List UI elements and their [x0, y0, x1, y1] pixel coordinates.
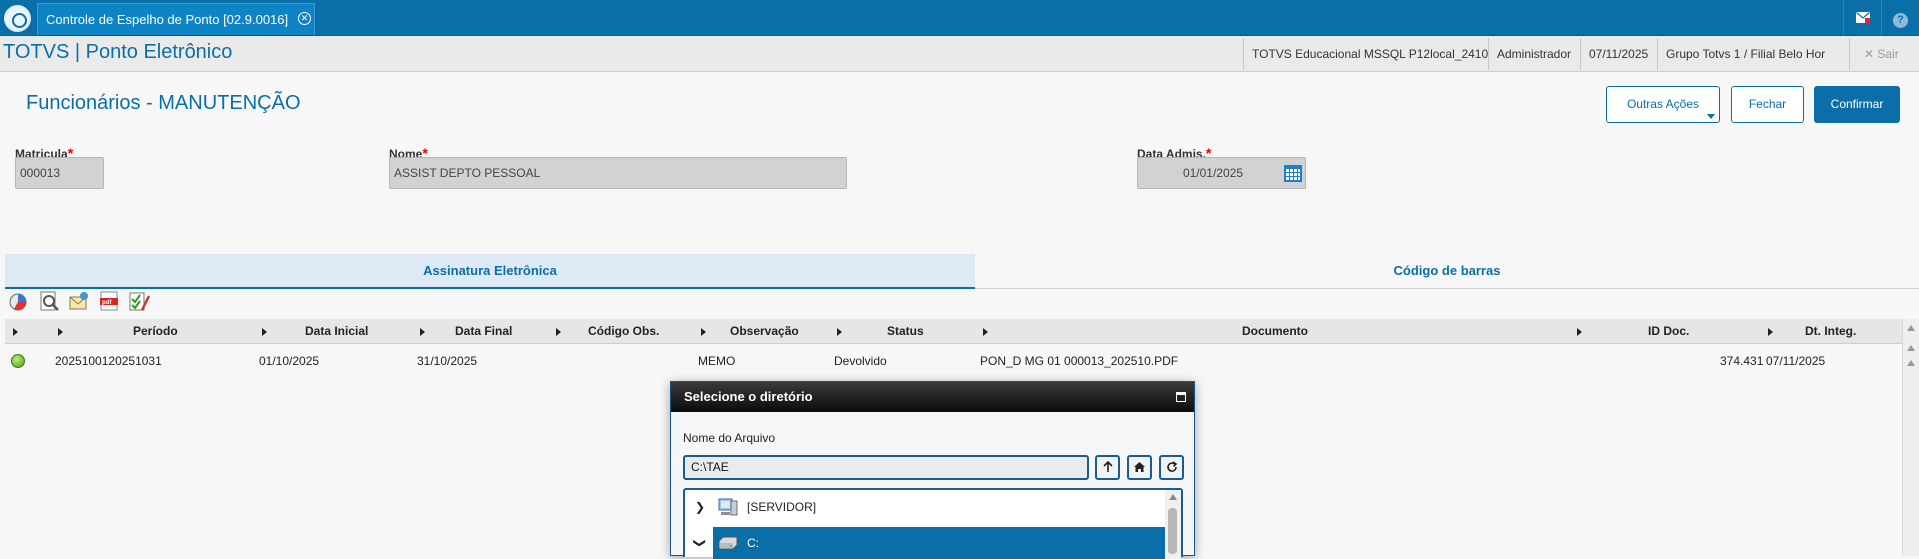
tab-espelho-ponto[interactable]: Controle de Espelho de Ponto [02.9.0016] — [37, 3, 315, 35]
drive-icon — [718, 536, 738, 550]
col-data-inicial[interactable]: Data Inicial — [305, 319, 368, 344]
col-data-final[interactable]: Data Final — [455, 319, 512, 344]
column-menu-icon[interactable] — [701, 328, 706, 336]
cell-data-inicial[interactable]: 01/10/2025 — [259, 354, 319, 368]
cell-data-final[interactable]: 31/10/2025 — [417, 354, 477, 368]
col-observacao[interactable]: Observação — [730, 319, 799, 344]
cell-id-doc[interactable]: 374.431 — [1720, 354, 1763, 368]
pdf-icon[interactable]: pdf — [98, 290, 120, 312]
totvs-logo-icon[interactable] — [4, 5, 31, 32]
chevron-down-icon[interactable]: ❯ — [685, 538, 715, 548]
maximize-icon[interactable] — [1176, 392, 1186, 402]
tree-item-label: C: — [747, 536, 759, 550]
column-menu-icon[interactable] — [1768, 328, 1773, 336]
col-periodo[interactable]: Período — [133, 319, 178, 344]
top-bar: Controle de Espelho de Ponto [02.9.0016]… — [0, 0, 1919, 36]
server-icon — [718, 498, 738, 516]
column-menu-icon[interactable] — [837, 328, 842, 336]
svg-text:pdf: pdf — [102, 300, 112, 306]
branch-info: Grupo Totvs 1 / Filial Belo Hor — [1657, 38, 1833, 70]
tree-item-c-drive[interactable]: ❯ C: — [685, 528, 1159, 558]
app-header: TOTVS | Ponto Eletrônico TOTVS Educacion… — [0, 36, 1919, 72]
environment-info: TOTVS Educacional MSSQL P12local_2410 — [1243, 38, 1496, 70]
chevron-down-icon — [1707, 114, 1715, 119]
nome-field[interactable]: ASSIST DEPTO PESSOAL — [389, 157, 847, 189]
page-title: Funcionários - MANUTENÇÃO — [26, 92, 301, 114]
data-admis-value: 01/01/2025 — [1182, 166, 1243, 180]
arrow-up-icon[interactable] — [1095, 455, 1120, 480]
col-id-doc[interactable]: ID Doc. — [1648, 319, 1689, 344]
scroll-up-icon[interactable] — [1169, 494, 1177, 500]
col-status[interactable]: Status — [887, 319, 924, 344]
cell-periodo[interactable]: 2025100120251031 — [55, 354, 162, 368]
tab-codigo-de-barras[interactable]: Código de barras — [975, 254, 1919, 289]
other-actions-button[interactable]: Outras Ações — [1606, 86, 1720, 123]
app-title: TOTVS | Ponto Eletrônico — [3, 41, 233, 63]
approve-icon[interactable] — [128, 290, 150, 312]
scroll-thumb[interactable] — [1168, 508, 1177, 554]
tab-assinatura-eletronica[interactable]: Assinatura Eletrônica — [5, 254, 975, 289]
date-info: 07/11/2025 — [1580, 38, 1656, 70]
data-admis-field[interactable]: 01/01/2025 — [1137, 157, 1306, 189]
scroll-up-icon[interactable] — [1907, 360, 1915, 366]
help-glyph: ? — [1893, 13, 1908, 28]
tab-bar: Assinatura Eletrônica Código de barras — [5, 254, 1919, 289]
column-menu-icon[interactable] — [420, 328, 425, 336]
status-legend-icon — [11, 354, 25, 368]
refresh-icon[interactable] — [1159, 455, 1184, 480]
tree-item-label: [SERVIDOR] — [747, 500, 817, 514]
cell-status[interactable]: Devolvido — [834, 354, 887, 368]
column-menu-icon[interactable] — [983, 328, 988, 336]
column-menu-icon[interactable] — [556, 328, 561, 336]
col-documento[interactable]: Documento — [1242, 319, 1308, 344]
file-name-label: Nome do Arquivo — [683, 431, 776, 445]
scroll-up-icon[interactable] — [1907, 345, 1915, 351]
column-menu-icon[interactable] — [262, 328, 267, 336]
chevron-right-icon[interactable]: ❯ — [695, 492, 705, 522]
matricula-field[interactable]: 000013 — [15, 157, 104, 189]
tab-title: Controle de Espelho de Ponto [02.9.0016] — [46, 12, 289, 27]
tab-close-icon[interactable]: ✕ — [298, 12, 311, 25]
cell-documento[interactable]: PON_D MG 01 000013_202510.PDF — [980, 354, 1178, 368]
column-menu-icon[interactable] — [58, 328, 63, 336]
col-codigo-obs[interactable]: Código Obs. — [588, 319, 659, 344]
exit-button[interactable]: ✕ Sair — [1849, 38, 1919, 70]
directory-path-input[interactable]: C:\TAE — [683, 455, 1089, 480]
help-icon[interactable]: ? — [1881, 0, 1919, 36]
email-icon[interactable] — [68, 290, 90, 312]
directory-tree[interactable]: ❯ [SERVIDOR] ❯ C: — [683, 488, 1183, 559]
calendar-icon[interactable] — [1284, 164, 1302, 182]
scroll-top-icon[interactable] — [1907, 325, 1915, 331]
grid-header: Período Data Inicial Data Final Código O… — [5, 319, 1902, 344]
user-info: Administrador — [1488, 38, 1579, 70]
envelope-icon[interactable] — [1843, 0, 1881, 36]
column-menu-icon[interactable] — [1577, 328, 1582, 336]
dialog-title: Selecione o diretório — [671, 382, 1194, 412]
confirm-button[interactable]: Confirmar — [1814, 86, 1900, 123]
col-dt-integ[interactable]: Dt. Integ. — [1805, 319, 1856, 344]
other-actions-label: Outras Ações — [1626, 97, 1700, 111]
legend-icon[interactable] — [8, 290, 30, 312]
column-menu-icon[interactable] — [13, 328, 18, 336]
close-button[interactable]: Fechar — [1731, 86, 1804, 123]
cell-observacao[interactable]: MEMO — [698, 354, 735, 368]
grid-scrollbar[interactable] — [1902, 319, 1919, 556]
tree-scrollbar[interactable] — [1165, 490, 1181, 559]
home-icon[interactable] — [1127, 455, 1152, 480]
select-directory-dialog: Selecione o diretório Nome do Arquivo C:… — [670, 381, 1195, 559]
cell-dt-integ[interactable]: 07/11/2025 — [1766, 354, 1825, 368]
preview-icon[interactable] — [38, 290, 60, 312]
tree-item-servidor[interactable]: ❯ [SERVIDOR] — [685, 492, 1159, 522]
